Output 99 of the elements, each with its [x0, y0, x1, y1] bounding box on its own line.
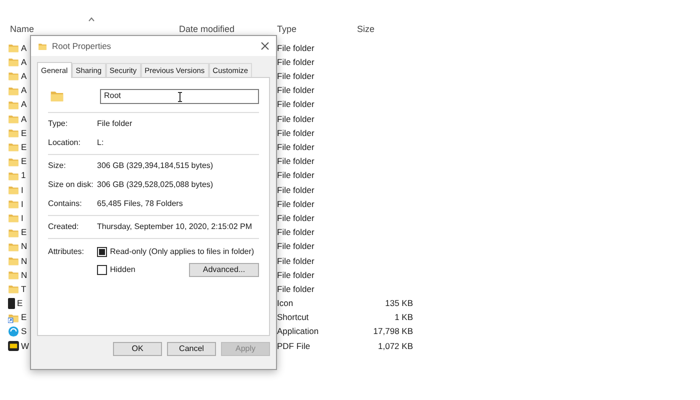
- file-type: File folder: [277, 284, 314, 294]
- file-type: File folder: [277, 156, 314, 166]
- file-name[interactable]: N: [21, 254, 28, 268]
- property-value: Thursday, September 10, 2020, 2:15:02 PM: [97, 221, 252, 233]
- file-name[interactable]: T: [21, 282, 26, 296]
- phone-icon: [8, 298, 15, 309]
- file-type: Icon: [277, 298, 294, 308]
- file-name[interactable]: 1: [21, 169, 26, 182]
- folder-icon: [8, 43, 19, 54]
- file-name[interactable]: E: [21, 226, 27, 239]
- file-size: 1,072 KB: [378, 340, 413, 352]
- property-label: Size:: [48, 160, 67, 172]
- file-name[interactable]: E: [21, 126, 27, 140]
- file-name[interactable]: A: [21, 56, 27, 69]
- name-field[interactable]: Root: [100, 88, 259, 104]
- file-name[interactable]: A: [21, 42, 27, 54]
- file-name[interactable]: E: [21, 141, 27, 154]
- file-type: File folder: [277, 56, 314, 67]
- file-name[interactable]: I: [21, 184, 24, 196]
- folder-icon: [8, 213, 19, 224]
- file-type: File folder: [277, 99, 314, 110]
- window-title: Root Properties: [52, 40, 112, 52]
- file-name[interactable]: S: [21, 325, 27, 338]
- file-type: File folder: [277, 114, 314, 124]
- file-type: File folder: [277, 85, 314, 96]
- property-label: Attributes:: [48, 246, 86, 258]
- folder-icon: [8, 57, 19, 68]
- file-name[interactable]: N: [21, 268, 28, 282]
- file-name[interactable]: I: [21, 212, 24, 225]
- file-size: 135 KB: [385, 297, 413, 310]
- folder-icon: [8, 242, 19, 252]
- shortcut-icon: [8, 312, 19, 323]
- app-icon: [8, 326, 19, 338]
- advanced-button[interactable]: Advanced...: [189, 263, 259, 277]
- property-value: 306 GB (329,528,025,088 bytes): [97, 179, 214, 191]
- folder-icon: [8, 142, 19, 152]
- property-value: L:: [97, 137, 104, 149]
- folder-icon: [8, 270, 19, 280]
- file-type: Application: [277, 326, 319, 336]
- checkbox-label[interactable]: Hidden: [110, 264, 136, 276]
- checkbox[interactable]: [97, 247, 107, 257]
- file-type: File folder: [277, 71, 314, 82]
- property-value: 65,485 Files, 78 Folders: [97, 198, 183, 210]
- document-icon: [8, 341, 19, 352]
- file-name[interactable]: N: [21, 240, 28, 254]
- file-name[interactable]: W: [21, 340, 30, 352]
- file-type: File folder: [277, 212, 314, 223]
- file-type: File folder: [277, 256, 314, 266]
- file-name[interactable]: A: [21, 112, 27, 126]
- folder-icon: [8, 199, 19, 210]
- file-type: Shortcut: [277, 312, 309, 322]
- column-header[interactable]: Type: [275, 22, 355, 38]
- column-header[interactable]: Name: [0, 22, 177, 38]
- file-type: PDF File: [277, 340, 310, 351]
- file-name[interactable]: A: [21, 98, 27, 112]
- folder-icon: [8, 184, 19, 195]
- file-type: File folder: [277, 184, 314, 195]
- property-label: Type:: [48, 118, 69, 130]
- checkbox[interactable]: [97, 265, 107, 275]
- column-header[interactable]: Date modified: [177, 22, 275, 38]
- folder-icon: [8, 114, 19, 124]
- file-name[interactable]: A: [21, 70, 27, 83]
- property-label: Created:: [48, 221, 80, 233]
- property-label: Location:: [48, 137, 82, 149]
- file-name[interactable]: E: [21, 311, 27, 324]
- file-type: File folder: [277, 227, 314, 238]
- property-value: 306 GB (329,394,184,515 bytes): [97, 160, 214, 172]
- checkbox-label[interactable]: Read-only (Only applies to files in folder): [110, 246, 254, 258]
- folder-icon: [8, 284, 19, 294]
- folder-icon: [8, 256, 19, 266]
- folder-icon: [8, 228, 19, 238]
- close-icon[interactable]: [261, 42, 269, 50]
- file-type: File folder: [277, 198, 314, 209]
- file-size: 1 KB: [394, 311, 413, 324]
- folder-icon: [8, 100, 19, 110]
- dialog-button[interactable]: Cancel: [167, 342, 216, 356]
- file-name[interactable]: I: [21, 198, 24, 211]
- folder-icon: [8, 128, 19, 138]
- file-name[interactable]: E: [17, 297, 23, 310]
- folder-icon: [8, 170, 19, 181]
- column-header[interactable]: Size: [355, 22, 415, 38]
- folder-icon: [8, 86, 19, 96]
- text-cursor-icon: [178, 92, 182, 102]
- file-size: 17,798 KB: [373, 325, 413, 338]
- folder-icon: [8, 71, 19, 82]
- file-type: File folder: [277, 142, 314, 152]
- file-type: File folder: [277, 42, 314, 53]
- file-type: File folder: [277, 128, 314, 138]
- file-name[interactable]: A: [21, 84, 27, 98]
- property-label: Contains:: [48, 198, 83, 210]
- property-value: File folder: [97, 118, 132, 130]
- property-label: Size on disk:: [48, 179, 94, 191]
- dialog-button[interactable]: OK: [113, 342, 162, 356]
- file-type: File folder: [277, 241, 314, 252]
- file-name[interactable]: E: [21, 155, 27, 168]
- folder-icon: [38, 42, 47, 50]
- file-type: File folder: [277, 170, 314, 180]
- file-type: File folder: [277, 270, 314, 280]
- folder-icon: [8, 156, 19, 167]
